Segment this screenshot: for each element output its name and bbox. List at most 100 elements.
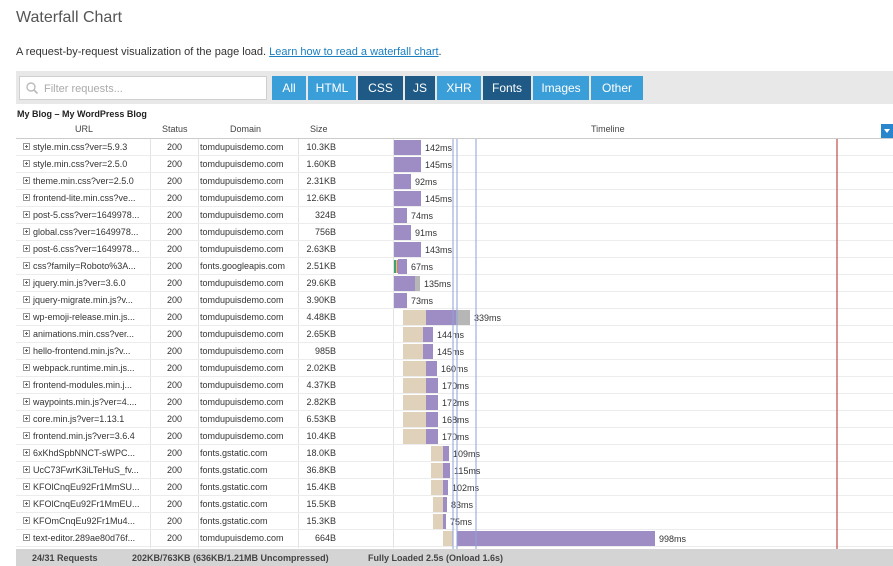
expand-icon[interactable] (23, 279, 30, 286)
request-domain: tomdupuisdemo.com (200, 227, 284, 237)
help-link[interactable]: Learn how to read a waterfall chart (269, 46, 438, 58)
column-status-header[interactable]: Status (162, 124, 188, 138)
expand-icon[interactable] (23, 483, 30, 490)
request-domain: tomdupuisdemo.com (200, 363, 284, 373)
request-url: post-5.css?ver=1649978... (33, 210, 140, 220)
request-domain: fonts.gstatic.com (200, 499, 268, 509)
request-status: 200 (167, 380, 183, 390)
expand-icon[interactable] (23, 177, 30, 184)
request-row[interactable]: UcC73FwrK3iLTeHuS_fv... 200 fonts.gstatic.… (16, 462, 893, 479)
request-url: global.css?ver=1649978... (33, 227, 139, 237)
request-url: animations.min.css?ver... (33, 329, 135, 339)
request-status: 200 (167, 312, 183, 322)
request-row[interactable]: animations.min.css?ver... 200 tomdupuisdem… (16, 326, 893, 343)
request-size: 756B (314, 227, 336, 237)
request-domain: tomdupuisdemo.com (200, 397, 284, 407)
request-status: 200 (167, 159, 183, 169)
request-size: 12.6KB (306, 193, 336, 203)
request-size: 985B (314, 346, 336, 356)
expand-icon[interactable] (23, 160, 30, 167)
request-row[interactable]: theme.min.css?ver=2.5.0 200 tomdupuisdemo.… (16, 173, 893, 190)
page-title: Waterfall Chart (16, 9, 123, 26)
request-row[interactable]: 6xKhdSpbNNCT-sWPC... 200 fonts.gstatic.com… (16, 445, 893, 462)
request-row[interactable]: style.min.css?ver=5.9.3 200 tomdupuisdemo.… (16, 139, 893, 156)
page-name: My Blog – My WordPress Blog (17, 109, 147, 119)
expand-icon[interactable] (23, 449, 30, 456)
request-size: 10.3KB (306, 142, 336, 152)
filter-input[interactable] (42, 80, 261, 98)
request-row[interactable]: webpack.runtime.min.js... 200 tomdupuisdem… (16, 360, 893, 377)
request-url: hello-frontend.min.js?v... (33, 346, 131, 356)
request-row[interactable]: KFOlCnqEu92Fr1MmSU... 200 fonts.gstatic.co… (16, 479, 893, 496)
request-size: 10.4KB (306, 431, 336, 441)
expand-icon[interactable] (23, 415, 30, 422)
request-domain: fonts.gstatic.com (200, 482, 268, 492)
expand-icon[interactable] (23, 534, 30, 541)
request-row[interactable]: post-5.css?ver=1649978... 200 tomdupuisdem… (16, 207, 893, 224)
request-row[interactable]: KFOmCnqEu92Fr1Mu4... 200 fonts.gstatic.com… (16, 513, 893, 530)
request-url: KFOlCnqEu92Fr1MmEU... (33, 499, 140, 509)
request-row[interactable]: global.css?ver=1649978... 200 tomdupuisdem… (16, 224, 893, 241)
request-size: 2.63KB (306, 244, 336, 254)
filter-fonts-button[interactable]: Fonts (483, 76, 531, 100)
expand-icon[interactable] (23, 143, 30, 150)
request-size: 15.4KB (306, 482, 336, 492)
request-size: 4.48KB (306, 312, 336, 322)
expand-icon[interactable] (23, 313, 30, 320)
request-row[interactable]: waypoints.min.js?ver=4.... 200 tomdupuisde… (16, 394, 893, 411)
request-row[interactable]: frontend-modules.min.j... 200 tomdupuisdem… (16, 377, 893, 394)
request-status: 200 (167, 278, 183, 288)
request-row[interactable]: frontend-lite.min.css?ve... 200 tomdupuisd… (16, 190, 893, 207)
filter-xhr-button[interactable]: XHR (437, 76, 481, 100)
filter-search-box[interactable] (19, 76, 267, 100)
expand-icon[interactable] (23, 347, 30, 354)
expand-icon[interactable] (23, 381, 30, 388)
column-domain-header[interactable]: Domain (230, 124, 261, 138)
column-size-header[interactable]: Size (310, 124, 328, 138)
expand-icon[interactable] (23, 211, 30, 218)
request-status: 200 (167, 482, 183, 492)
expand-icon[interactable] (23, 432, 30, 439)
filter-toolbar: All HTML CSS JS XHR Fonts Images Other (16, 71, 893, 104)
filter-js-button[interactable]: JS (405, 76, 435, 100)
request-row[interactable]: core.min.js?ver=1.13.1 200 tomdupuisdemo.c… (16, 411, 893, 428)
request-row[interactable]: style.min.css?ver=2.5.0 200 tomdupuisdemo.… (16, 156, 893, 173)
request-domain: fonts.gstatic.com (200, 448, 268, 458)
request-status: 200 (167, 193, 183, 203)
request-row[interactable]: jquery.min.js?ver=3.6.0 200 tomdupuisdemo.… (16, 275, 893, 292)
request-row[interactable]: hello-frontend.min.js?v... 200 tomdupuisde… (16, 343, 893, 360)
request-status: 200 (167, 533, 183, 543)
expand-icon[interactable] (23, 517, 30, 524)
expand-icon[interactable] (23, 228, 30, 235)
request-url: webpack.runtime.min.js... (33, 363, 135, 373)
expand-icon[interactable] (23, 330, 30, 337)
expand-icon[interactable] (23, 296, 30, 303)
expand-icon[interactable] (23, 194, 30, 201)
timeline-dropdown-button[interactable] (881, 124, 893, 138)
request-row[interactable]: frontend.min.js?ver=3.6.4 200 tomdupuisdem… (16, 428, 893, 445)
filter-html-button[interactable]: HTML (308, 76, 356, 100)
request-row[interactable]: jquery-migrate.min.js?v... 200 tomdupuisde… (16, 292, 893, 309)
request-row[interactable]: wp-emoji-release.min.js... 200 tomdupuisde… (16, 309, 893, 326)
filter-css-button[interactable]: CSS (358, 76, 403, 100)
request-row[interactable]: post-6.css?ver=1649978... 200 tomdupuisdem… (16, 241, 893, 258)
expand-icon[interactable] (23, 500, 30, 507)
expand-icon[interactable] (23, 364, 30, 371)
filter-other-button[interactable]: Other (591, 76, 643, 100)
expand-icon[interactable] (23, 398, 30, 405)
filter-images-button[interactable]: Images (533, 76, 589, 100)
request-size: 2.82KB (306, 397, 336, 407)
total-size: 202KB/763KB (636KB/1.21MB Uncompressed) (132, 553, 329, 563)
request-row[interactable]: css?family=Roboto%3A... 200 fonts.googleap… (16, 258, 893, 275)
expand-icon[interactable] (23, 466, 30, 473)
column-url-header[interactable]: URL (75, 124, 93, 138)
filter-all-button[interactable]: All (272, 76, 306, 100)
expand-icon[interactable] (23, 245, 30, 252)
expand-icon[interactable] (23, 262, 30, 269)
request-row[interactable]: KFOlCnqEu92Fr1MmEU... 200 fonts.gstatic.co… (16, 496, 893, 513)
request-size: 664B (314, 533, 336, 543)
request-domain: tomdupuisdemo.com (200, 278, 284, 288)
request-domain: tomdupuisdemo.com (200, 533, 284, 543)
request-row[interactable]: text-editor.289ae80d76f... 200 tomdupuisde… (16, 530, 893, 547)
request-size: 3.90KB (306, 295, 336, 305)
